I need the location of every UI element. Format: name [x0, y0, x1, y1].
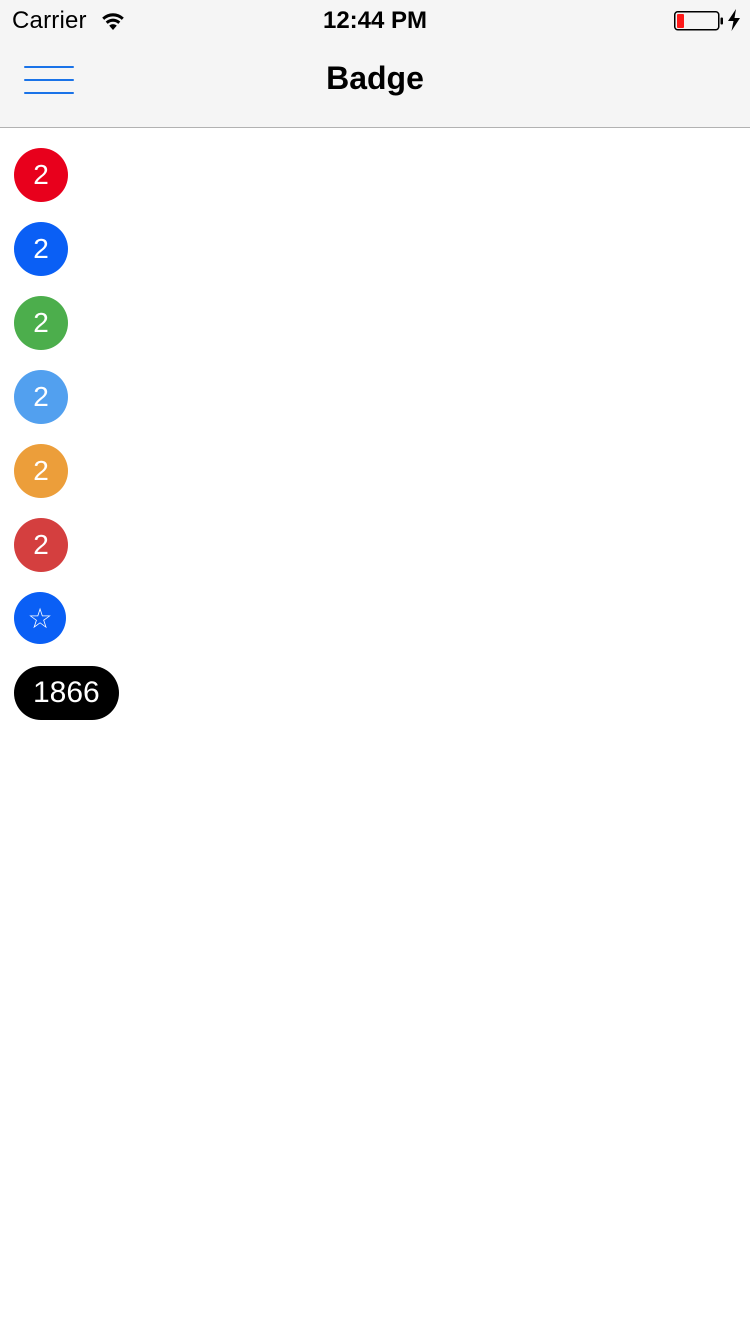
battery-low-icon	[674, 11, 723, 31]
page-title: Badge	[326, 60, 424, 96]
badge-star: ☆	[14, 592, 66, 644]
badge-count-pill: 1866	[14, 666, 119, 720]
badge-red: 2	[14, 148, 68, 202]
navigation-bar: Badge	[0, 40, 750, 128]
badge-blue: 2	[14, 222, 68, 276]
status-time: 12:44 PM	[322, 7, 428, 34]
status-bar: Carrier 12:44 PM	[0, 0, 750, 40]
star-icon: ☆	[27, 602, 53, 634]
charging-bolt-icon	[728, 9, 740, 31]
badge-dark-red: 2	[14, 518, 68, 572]
badge-light-blue: 2	[14, 370, 68, 424]
badge-green: 2	[14, 296, 68, 350]
badge-orange: 2	[14, 444, 68, 498]
screen: Carrier 12:44 PM Badge 2 2 2 2 2 2 ☆ 186…	[0, 0, 750, 1334]
